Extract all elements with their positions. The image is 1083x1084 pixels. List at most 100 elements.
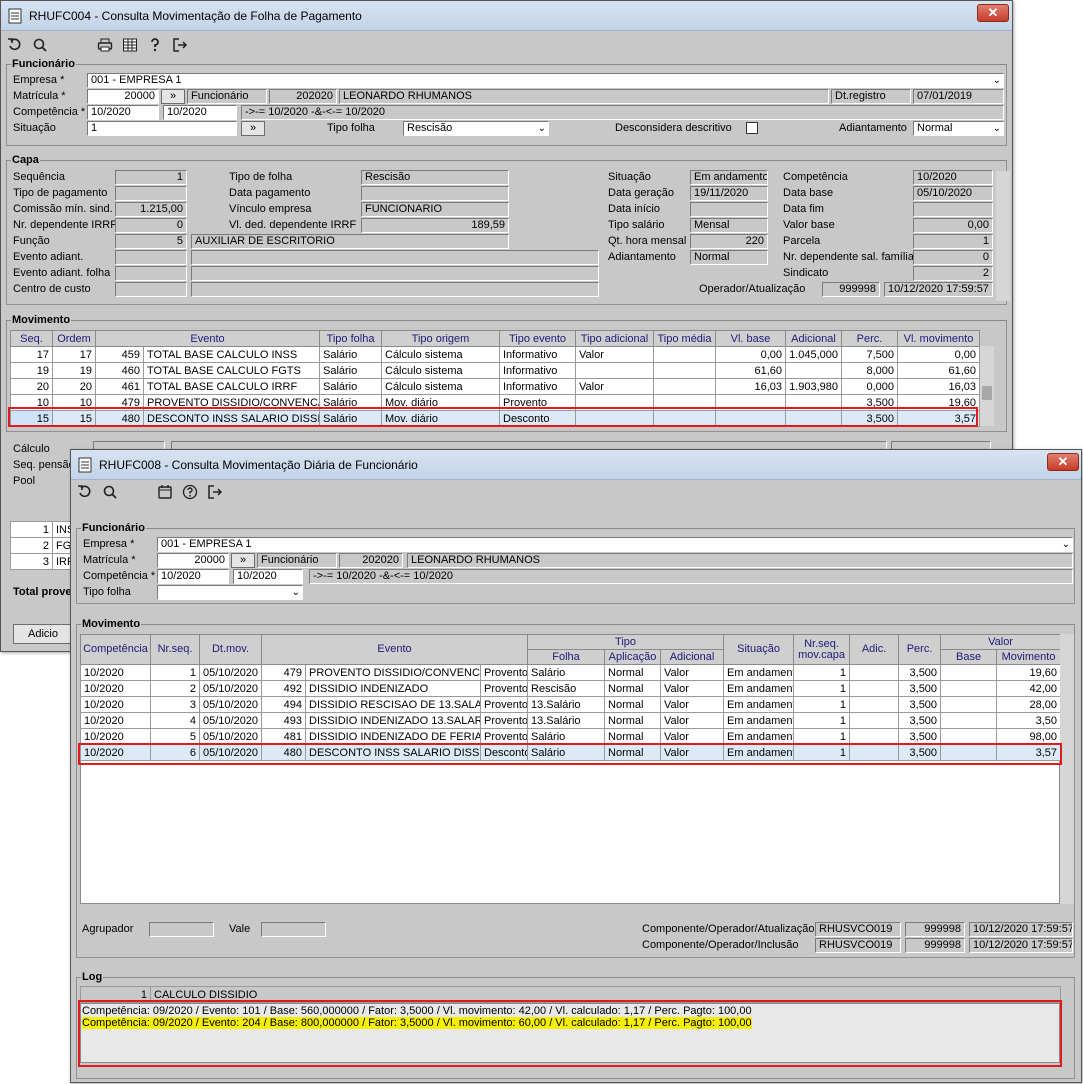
table-cell [849, 664, 900, 681]
header-5[interactable]: Tipo evento [499, 330, 576, 347]
table-cell: 05/10/2020 [199, 712, 262, 729]
app-icon [8, 8, 22, 23]
desconsidera-checkbox[interactable] [746, 122, 758, 134]
header-1[interactable]: Ordem [52, 330, 96, 347]
funcionario-label-box: Funcionário [187, 89, 267, 104]
spreadsheet-icon[interactable] [119, 34, 141, 56]
header-tipo[interactable]: Tipo [527, 634, 725, 650]
table-cell: Normal [604, 664, 662, 681]
list-item[interactable]: 2 FG [10, 537, 73, 554]
header-11[interactable]: Vl. movimento [897, 330, 980, 347]
close-button[interactable]: ✕ [977, 4, 1009, 22]
table-row[interactable]: 10/2020 4 05/10/2020 493 DISSIDIO INDENIZADO… [80, 712, 1062, 729]
movimento-scrollbar[interactable] [980, 346, 994, 426]
adiantamento-select[interactable]: Normal ⌄ [913, 121, 1004, 136]
refresh-icon[interactable] [4, 34, 26, 56]
table-cell: 10/2020 [80, 712, 151, 729]
list-item[interactable]: 1INS [10, 521, 73, 538]
list-item[interactable]: 3IRR [10, 553, 73, 570]
adicionar-button[interactable]: Adicio [13, 624, 73, 644]
close-button[interactable]: ✕ [1047, 453, 1079, 471]
header-movimento[interactable]: Movimento [996, 649, 1062, 665]
movimento-scrollbar[interactable] [1060, 634, 1074, 904]
header-7[interactable]: Tipo média [653, 330, 716, 347]
empresa-select[interactable]: 001 - EMPRESA 1 ⌄ [87, 73, 1004, 88]
table-row[interactable]: 10/2020 2 05/10/2020 492 DISSIDIO INDENIZADO… [80, 680, 1062, 697]
nrdepsal-label: Nr. dependente sal. família [783, 251, 914, 263]
sequencia-label: Sequência [13, 171, 65, 183]
exit-icon[interactable] [169, 34, 191, 56]
table-cell: DISSIDIO RESCISAO DE 13.SALARIO [305, 696, 481, 713]
table-cell: Em andament [723, 696, 795, 713]
header-2[interactable]: Evento [95, 330, 320, 347]
tipofolha-select[interactable]: Rescisão ⌄ [403, 121, 549, 136]
search-icon[interactable] [99, 481, 121, 503]
header-nrseqmov[interactable]: Nr.seq. mov.capa [793, 634, 851, 665]
matricula-field[interactable]: 20000 [157, 553, 229, 568]
competencia-to-field[interactable]: 10/2020 [163, 105, 237, 120]
competencia-from-field[interactable]: 10/2020 [87, 105, 159, 120]
header-evento[interactable]: Evento [260, 634, 529, 665]
compatual-comp: RHUSVCO019 [815, 922, 901, 937]
header-4[interactable]: Tipo origem [381, 330, 500, 347]
calendar-icon[interactable] [154, 481, 176, 503]
table-cell: Informativo [499, 378, 576, 395]
header-10[interactable]: Perc. [841, 330, 898, 347]
help-icon[interactable] [179, 481, 201, 503]
capa-situacao-label: Situação [608, 171, 651, 183]
operador-label: Operador/Atualização [699, 283, 806, 295]
table-row[interactable]: 19 19 460 TOTAL BASE CALCULO FGTS Salário Cál… [10, 362, 980, 379]
situacao-field[interactable]: 1 [87, 121, 237, 136]
table-cell: 10/2020 [80, 680, 151, 697]
header-folha[interactable]: Folha [527, 649, 606, 665]
table-cell: Provento [479, 712, 529, 729]
table-row[interactable]: 17 17 459 TOTAL BASE CALCULO INSS Salário Cál… [10, 346, 980, 363]
situacao-lookup-button[interactable]: » [241, 121, 265, 136]
header-8[interactable]: Vl. base [715, 330, 786, 347]
table-cell: 19 [10, 362, 53, 379]
toolbar [71, 479, 1081, 505]
table-cell: Valor [660, 696, 725, 713]
sindicato-value: 2 [913, 266, 993, 281]
header-adicional[interactable]: Adicional [660, 649, 725, 665]
header-3[interactable]: Tipo folha [319, 330, 382, 347]
header-base[interactable]: Base [940, 649, 998, 665]
header-situacao[interactable]: Situação [723, 634, 795, 665]
dtregistro-label-box: Dt.registro [831, 89, 911, 104]
header-perc[interactable]: Perc. [898, 634, 942, 665]
seqpensao-label: Seq. pensão [13, 459, 75, 471]
matricula-lookup-button[interactable]: » [231, 553, 255, 568]
print-icon[interactable] [94, 34, 116, 56]
competencia-to-field[interactable]: 10/2020 [233, 569, 303, 584]
refresh-icon[interactable] [74, 481, 96, 503]
capa-scrollbar[interactable] [996, 171, 1010, 301]
matricula-lookup-button[interactable]: » [161, 89, 185, 104]
competencia-from-field[interactable]: 10/2020 [157, 569, 229, 584]
matricula-field[interactable]: 20000 [87, 89, 159, 104]
table-cell: 05/10/2020 [199, 680, 262, 697]
header-0[interactable]: Seq. [10, 330, 53, 347]
tipofolha-select[interactable]: ⌄ [157, 585, 303, 600]
exit-icon[interactable] [204, 481, 226, 503]
header-nrseq[interactable]: Nr.seq. [150, 634, 200, 665]
header-9[interactable]: Adicional [785, 330, 842, 347]
header-adic[interactable]: Adic. [849, 634, 900, 665]
header-valor[interactable]: Valor [940, 634, 1062, 650]
table-cell: 494 [261, 696, 306, 713]
table-cell: 492 [261, 680, 306, 697]
vlded-label: Vl. ded. dependente IRRF [229, 219, 357, 231]
evad-code [115, 250, 187, 265]
table-row[interactable]: 10/2020 1 05/10/2020 479 PROVENTO DISSIDIO/C… [80, 664, 1062, 681]
empresa-select[interactable]: 001 - EMPRESA 1 ⌄ [157, 537, 1073, 552]
funcionario-name: LEONARDO RHUMANOS [407, 553, 1073, 568]
header-competencia[interactable]: Competência [80, 634, 151, 665]
table-row[interactable]: 20 20 461 TOTAL BASE CALCULO IRRF Salário Cál… [10, 378, 980, 395]
capa-adiant-label: Adiantamento [608, 251, 676, 263]
search-icon[interactable] [29, 34, 51, 56]
header-aplicacao[interactable]: Aplicação [604, 649, 662, 665]
table-row[interactable]: 10/2020 3 05/10/2020 494 DISSIDIO RESCISAO D… [80, 696, 1062, 713]
header-6[interactable]: Tipo adicional [575, 330, 654, 347]
header-dtmov[interactable]: Dt.mov. [199, 634, 262, 665]
competencia-range: ->-= 10/2020 -&-<-= 10/2020 [309, 569, 1073, 584]
help-icon[interactable] [144, 34, 166, 56]
